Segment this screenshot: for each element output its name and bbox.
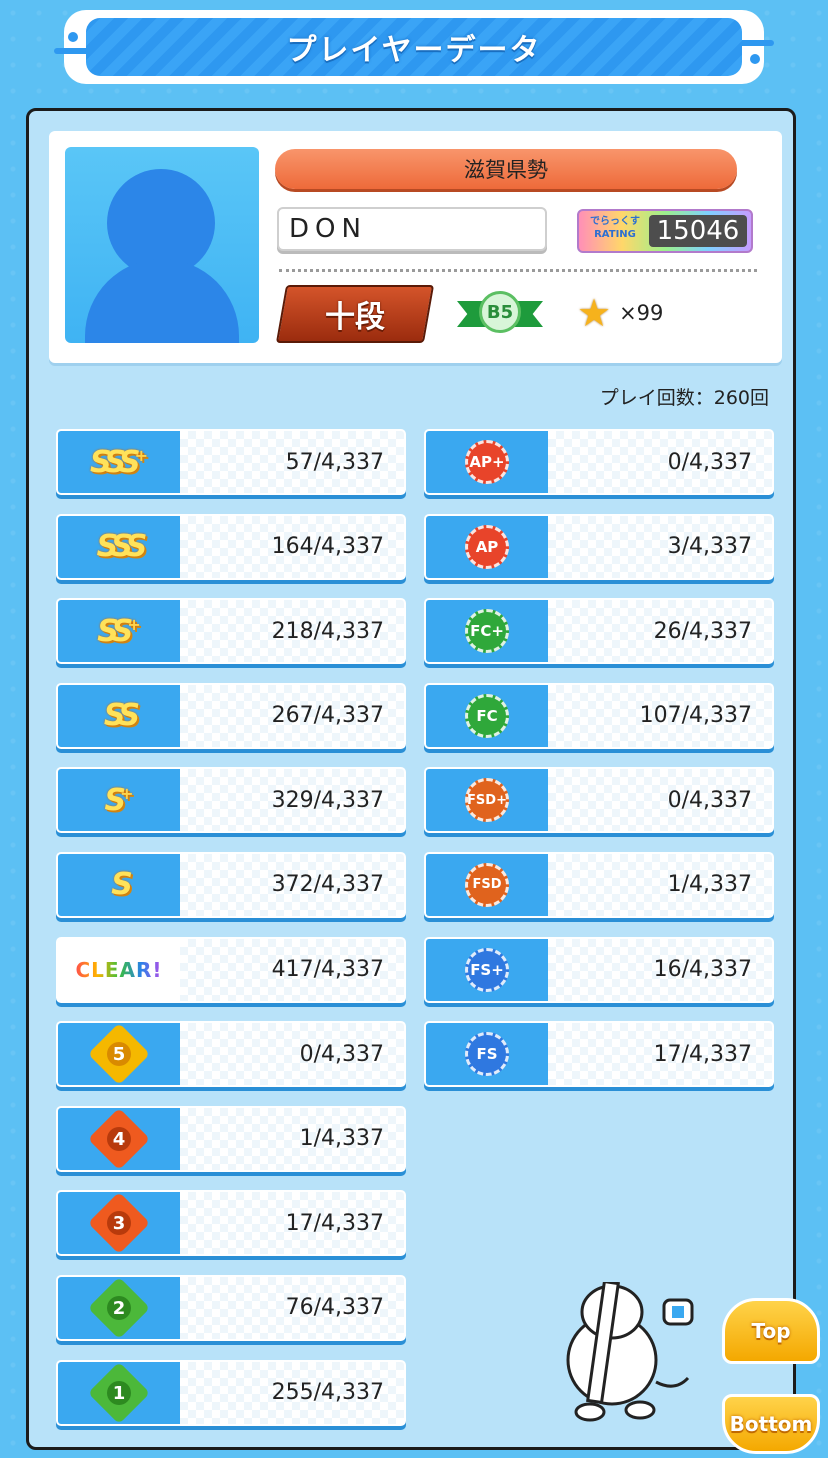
ss-rank-icon: SS [58, 684, 180, 747]
stat-value: 26/4,337 [653, 618, 752, 644]
region-title-bar: 滋賀県勢 [275, 149, 737, 189]
stat-row: FC 107/4,337 [424, 682, 774, 749]
stat-row: AP 3/4,337 [424, 513, 774, 580]
dx-star-5-icon: 5 [58, 1023, 180, 1086]
stat-value: 267/4,337 [271, 703, 384, 729]
class-rank-badge: B5 [457, 289, 543, 337]
s-rank-icon: S [58, 853, 180, 916]
avatar-body-icon [85, 259, 239, 343]
player-data-panel: 滋賀県勢 DON でらっくす RATING 15046 十段 B5 ★ ×99 … [26, 108, 796, 1450]
star-icon: ★ [577, 291, 612, 335]
ap-icon: AP [426, 515, 548, 578]
stat-value: 1/4,337 [299, 1126, 384, 1152]
stat-row: SSS 164/4,337 [56, 513, 406, 580]
stat-row: S 372/4,337 [56, 851, 406, 918]
stat-value: 17/4,337 [653, 1041, 752, 1067]
ap-plus-icon: AP+ [426, 431, 548, 493]
page-title: プレイヤーデータ [286, 33, 542, 68]
stat-value: 0/4,337 [299, 1041, 384, 1067]
s-plus-rank-icon: S+ [58, 769, 180, 832]
stat-row: FC+ 26/4,337 [424, 598, 774, 665]
profile-card: 滋賀県勢 DON でらっくす RATING 15046 十段 B5 ★ ×99 [49, 131, 782, 363]
ss-plus-rank-icon: SS+ [58, 600, 180, 663]
combo-stats-column: AP+ 0/4,337 AP 3/4,337 FC+ 26/4,337 FC 1… [424, 429, 774, 1106]
dx-star-3-icon: 3 [58, 1192, 180, 1255]
play-count: プレイ回数：260回 [599, 387, 769, 409]
fc-icon: FC [426, 684, 548, 747]
stat-row: SSS+ 57/4,337 [56, 429, 406, 495]
stat-value: 0/4,337 [667, 449, 752, 475]
stat-row: 1 255/4,337 [56, 1359, 406, 1426]
rating-label-bottom: RATING [594, 229, 636, 240]
stat-row: AP+ 0/4,337 [424, 429, 774, 495]
player-name-box: DON [277, 207, 547, 251]
mascot-character-icon [566, 1282, 694, 1422]
stat-value: 372/4,337 [271, 872, 384, 898]
sss-plus-rank-icon: SSS+ [58, 431, 180, 493]
header-banner: プレイヤーデータ [86, 18, 742, 76]
rating-value: 15046 [649, 215, 747, 247]
clear-icon: CLEAR! [58, 938, 180, 1001]
stat-value: 1/4,337 [667, 872, 752, 898]
stat-row: FS 17/4,337 [424, 1021, 774, 1088]
stat-row: 4 1/4,337 [56, 1105, 406, 1172]
fs-plus-icon: FS+ [426, 938, 548, 1001]
rating-badge: でらっくす RATING 15046 [577, 209, 753, 253]
stat-value: 0/4,337 [667, 787, 752, 813]
stat-value: 3/4,337 [667, 534, 752, 560]
header-dot-decoration [68, 32, 78, 42]
stat-value: 17/4,337 [285, 1210, 384, 1236]
stat-row: FSD+ 0/4,337 [424, 767, 774, 834]
scroll-top-button[interactable]: Top [722, 1298, 820, 1364]
fc-plus-icon: FC+ [426, 600, 548, 663]
sss-rank-icon: SSS [58, 515, 180, 578]
rating-label-top: でらっくす [590, 216, 640, 227]
player-name: DON [289, 214, 367, 244]
stat-value: 57/4,337 [285, 449, 384, 475]
dan-rank: 十段 [325, 300, 385, 335]
stat-value: 107/4,337 [639, 703, 752, 729]
fs-icon: FS [426, 1023, 548, 1086]
page-header: プレイヤーデータ [54, 10, 774, 84]
stat-row: CLEAR! 417/4,337 [56, 936, 406, 1003]
fsd-icon: FSD [426, 853, 548, 916]
stat-row: S+ 329/4,337 [56, 767, 406, 834]
stat-value: 164/4,337 [271, 534, 384, 560]
dx-star-2-icon: 2 [58, 1276, 180, 1339]
dx-star-4-icon: 4 [58, 1107, 180, 1170]
stat-row: FS+ 16/4,337 [424, 936, 774, 1003]
star-count: ★ ×99 [577, 291, 663, 335]
stat-value: 16/4,337 [653, 957, 752, 983]
stat-row: FSD 1/4,337 [424, 851, 774, 918]
fsd-plus-icon: FSD+ [426, 769, 548, 832]
header-dot-decoration [750, 54, 760, 64]
avatar[interactable] [65, 147, 259, 343]
stat-value: 417/4,337 [271, 957, 384, 983]
profile-divider [279, 269, 757, 272]
stat-value: 255/4,337 [271, 1380, 384, 1406]
scroll-bottom-button[interactable]: Bottom [722, 1394, 820, 1454]
stat-value: 218/4,337 [271, 618, 384, 644]
region-title: 滋賀県勢 [464, 158, 548, 182]
class-rank-label: B5 [479, 291, 521, 333]
star-count-value: ×99 [619, 301, 664, 325]
stat-row: 5 0/4,337 [56, 1021, 406, 1088]
dan-rank-plate: 十段 [275, 285, 435, 343]
stat-row: 2 76/4,337 [56, 1274, 406, 1341]
dx-star-1-icon: 1 [58, 1361, 180, 1424]
rank-stats-column: SSS+ 57/4,337 SSS 164/4,337 SS+ 218/4,33… [56, 429, 406, 1444]
stat-value: 76/4,337 [285, 1295, 384, 1321]
rating-label: でらっくす RATING [585, 215, 645, 241]
stat-value: 329/4,337 [271, 787, 384, 813]
stat-row: SS+ 218/4,337 [56, 598, 406, 665]
stat-row: SS 267/4,337 [56, 682, 406, 749]
stat-row: 3 17/4,337 [56, 1190, 406, 1257]
